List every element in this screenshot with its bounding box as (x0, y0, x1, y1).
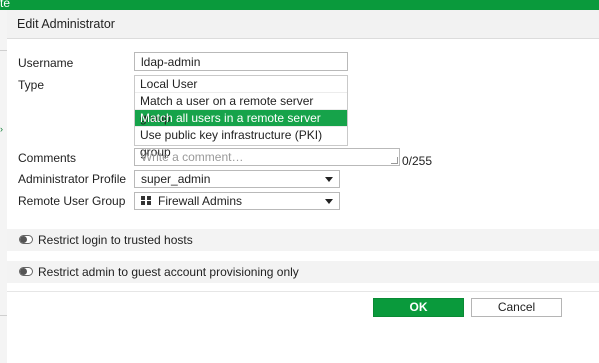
comments-char-counter: 0/255 (402, 154, 433, 168)
comments-placeholder: Write a comment… (141, 150, 244, 164)
chevron-down-icon (325, 199, 333, 204)
type-option-list: Local User Match a user on a remote serv… (134, 75, 348, 159)
restrict-guest-provisioning-label: Restrict admin to guest account provisio… (38, 265, 299, 279)
chevron-down-icon (325, 177, 333, 182)
restrict-trusted-hosts-row: Restrict login to trusted hosts (7, 229, 599, 251)
username-label: Username (18, 56, 74, 70)
dialog-title: Edit Administrator (17, 17, 115, 31)
remote-user-group-select[interactable]: Firewall Admins (134, 192, 340, 210)
toggle-knob (20, 236, 27, 243)
type-option-match-all-users[interactable]: Match all users in a remote server group (135, 110, 347, 142)
admin-profile-label: Administrator Profile (18, 172, 127, 186)
group-grid-icon (141, 196, 152, 206)
remote-user-group-label: Remote User Group (18, 194, 126, 208)
admin-profile-value: super_admin (141, 172, 211, 186)
admin-profile-select[interactable]: super_admin (134, 170, 340, 188)
restrict-trusted-hosts-label: Restrict login to trusted hosts (38, 233, 193, 247)
dialog-header: Edit Administrator (7, 10, 599, 39)
resize-handle-icon[interactable] (391, 157, 398, 164)
restrict-trusted-hosts-toggle[interactable] (19, 235, 33, 244)
sidebar-divider (0, 315, 7, 316)
ok-button[interactable]: OK (373, 298, 464, 317)
window-topbar: te (0, 0, 599, 10)
type-option-match-user[interactable]: Match a user on a remote server group (135, 93, 347, 125)
sidebar-divider (0, 50, 7, 51)
type-label: Type (18, 78, 45, 92)
type-option-pki-group[interactable]: Use public key infrastructure (PKI) grou… (135, 127, 347, 159)
comments-textarea[interactable]: Write a comment… (134, 148, 400, 166)
username-input[interactable]: ldap-admin (134, 52, 348, 71)
type-option-local-user[interactable]: Local User (135, 76, 347, 93)
topbar-title-fragment: te (0, 0, 11, 10)
chevron-right-icon: › (0, 124, 3, 134)
edit-administrator-dialog: Edit Administrator Username ldap-admin T… (7, 10, 599, 363)
comments-label: Comments (18, 151, 77, 165)
toggle-knob (20, 268, 27, 275)
footer-divider (7, 291, 599, 292)
remote-user-group-value: Firewall Admins (158, 194, 243, 208)
cancel-button[interactable]: Cancel (471, 298, 562, 317)
restrict-guest-provisioning-row: Restrict admin to guest account provisio… (7, 261, 599, 283)
restrict-guest-provisioning-toggle[interactable] (19, 267, 33, 276)
